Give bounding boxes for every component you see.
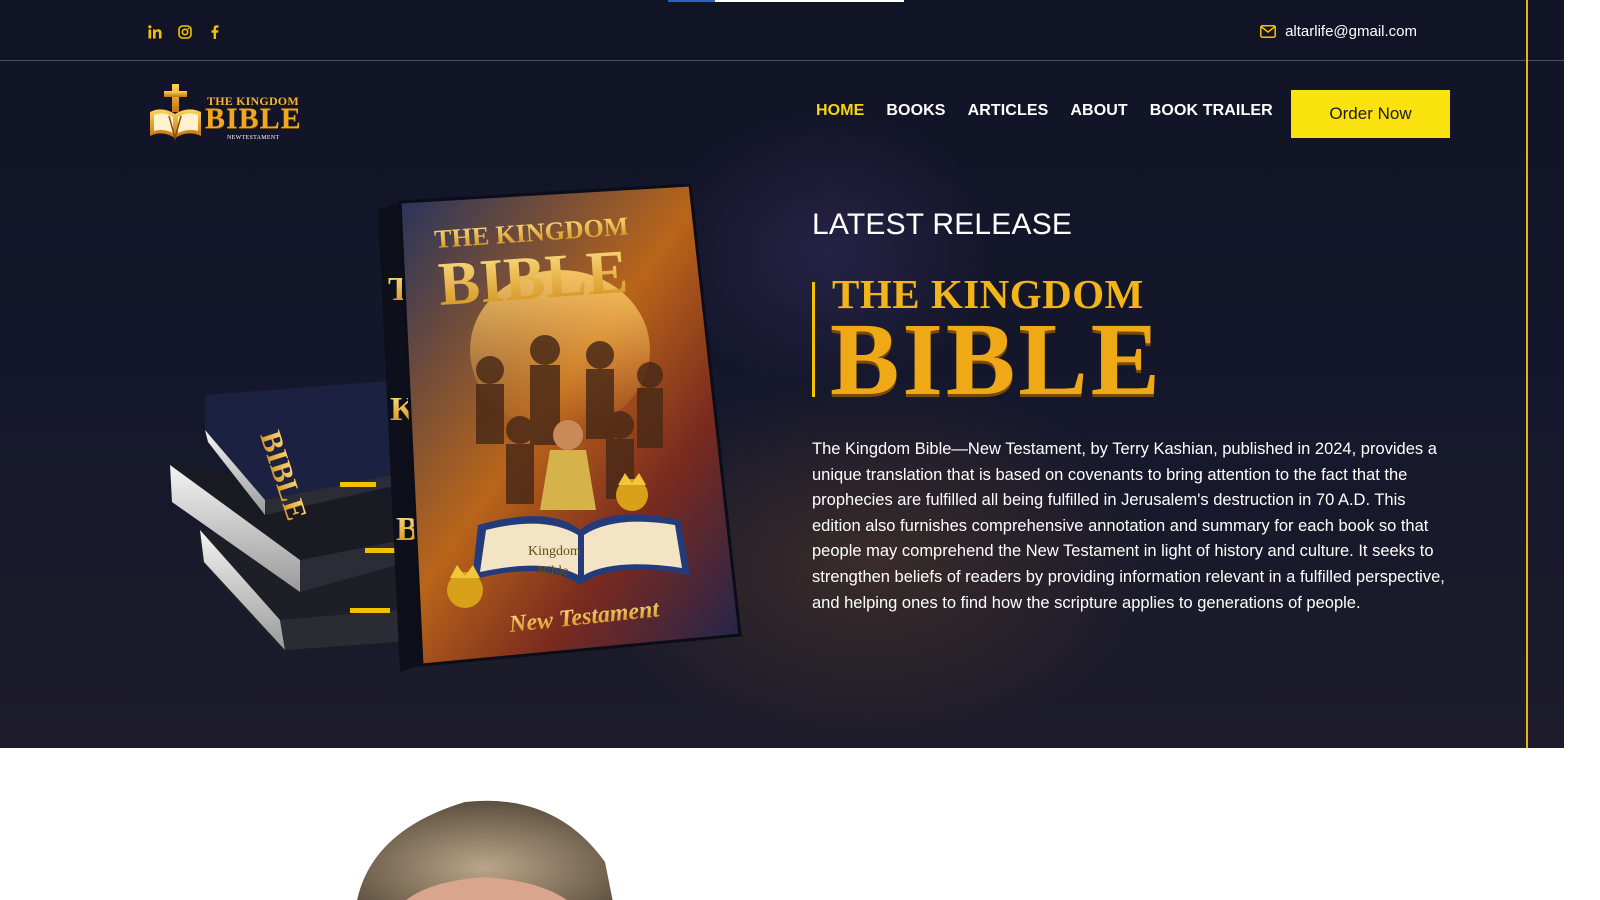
bible-cross-logo-icon <box>150 84 201 141</box>
linkedin-icon[interactable] <box>148 24 162 40</box>
site-logo[interactable]: THE KINGDOM BIBLE NEWTESTAMENT <box>147 80 307 144</box>
logo-text-main: BIBLE <box>205 102 302 135</box>
author-section <box>0 748 1564 900</box>
contact-email[interactable]: altarlife@gmail.com <box>1260 23 1417 40</box>
scrollbar-accent <box>1526 0 1528 748</box>
mail-icon <box>1260 25 1277 38</box>
social-links <box>148 24 222 40</box>
main-book: T K B Kingdom Bible THE KINGDOM BIBLE Ne… <box>378 183 742 672</box>
cover-inner-bible: Bible <box>538 564 568 579</box>
nav-books[interactable]: BOOKS <box>886 102 945 120</box>
hero-title-line2: BIBLE <box>830 302 1163 417</box>
title-accent-bar <box>812 282 815 397</box>
facebook-icon[interactable] <box>208 24 222 40</box>
nav-about[interactable]: ABOUT <box>1070 102 1127 120</box>
instagram-icon[interactable] <box>178 24 192 40</box>
nav-book-trailer[interactable]: BOOK TRAILER <box>1150 102 1273 120</box>
section-eyebrow: LATEST RELEASE <box>812 208 1073 241</box>
email-text[interactable]: altarlife@gmail.com <box>1285 23 1417 40</box>
logo-text-sub: NEWTESTAMENT <box>227 135 280 141</box>
author-photo <box>357 800 613 900</box>
nav-home[interactable]: HOME <box>816 102 864 120</box>
book-stack-image: BIBLE T K B Kingdom Bible THE KINGDOM BI… <box>170 183 742 672</box>
cover-main-text: BIBLE <box>436 238 630 319</box>
hero-section: altarlife@gmail.com THE KINGDOM BIBLE NE… <box>0 0 1564 748</box>
hero-title: THE KINGDOM BIBLE <box>812 270 1172 417</box>
cover-inner-title: Kingdom <box>528 544 581 559</box>
main-nav: HOME BOOKS ARTICLES ABOUT BOOK TRAILER <box>816 102 1273 120</box>
top-bar: altarlife@gmail.com <box>0 0 1564 61</box>
order-now-button[interactable]: Order Now <box>1291 90 1450 138</box>
book-description: The Kingdom Bible—New Testament, by Terr… <box>812 440 1445 612</box>
nav-articles[interactable]: ARTICLES <box>968 102 1049 120</box>
